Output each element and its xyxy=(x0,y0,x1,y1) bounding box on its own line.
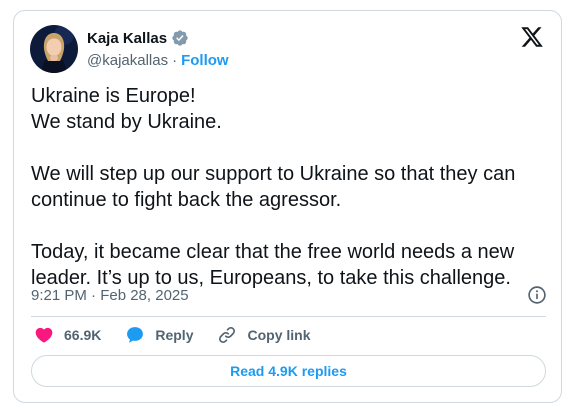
tweet-timestamp[interactable]: 9:21 PM · Feb 28, 2025 xyxy=(31,287,189,304)
reply-button[interactable]: Reply xyxy=(125,325,193,345)
heart-icon xyxy=(35,327,53,343)
like-count: 66.9K xyxy=(64,327,102,343)
read-replies-button[interactable]: Read 4.9K replies xyxy=(31,355,546,387)
x-logo-icon[interactable] xyxy=(520,25,544,49)
like-button[interactable]: 66.9K xyxy=(34,325,101,345)
avatar[interactable] xyxy=(30,25,78,73)
link-icon xyxy=(219,326,236,344)
author-display-name[interactable]: Kaja Kallas xyxy=(87,30,167,47)
info-icon[interactable] xyxy=(526,284,548,306)
tweet-paragraph: We will step up our support to Ukraine s… xyxy=(31,163,516,211)
author-name-row: Kaja Kallas xyxy=(87,28,189,48)
copy-link-button[interactable]: Copy link xyxy=(217,325,311,345)
reply-label: Reply xyxy=(155,327,194,343)
action-bar: 66.9K Reply Copy link xyxy=(34,323,335,347)
reply-bubble-icon xyxy=(127,327,144,343)
follow-button[interactable]: Follow xyxy=(181,52,229,69)
tweet-card: Kaja Kallas @kajakallas · Follow Ukraine… xyxy=(13,10,562,403)
separator: · xyxy=(172,51,178,69)
divider xyxy=(31,316,546,317)
tweet-text: Ukraine is Europe! We stand by Ukraine. … xyxy=(31,83,551,291)
copy-link-label: Copy link xyxy=(247,327,311,343)
read-replies-label: Read 4.9K replies xyxy=(230,363,347,379)
author-handle[interactable]: @kajakallas xyxy=(87,52,168,69)
tweet-paragraph: Ukraine is Europe! We stand by Ukraine. xyxy=(31,85,222,133)
tweet-meta-row: 9:21 PM · Feb 28, 2025 xyxy=(31,284,548,306)
author-handle-row: @kajakallas · Follow xyxy=(87,50,229,70)
verified-badge-icon xyxy=(172,30,188,46)
